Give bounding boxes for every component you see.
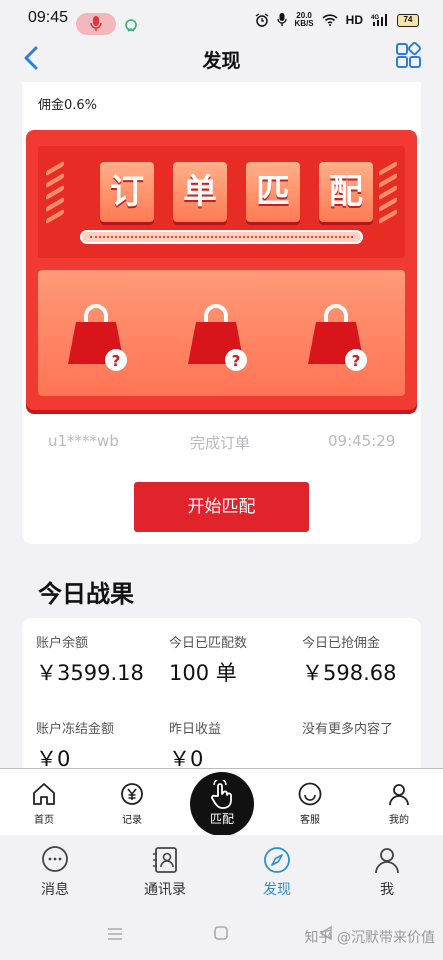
match-slots: ? ? ? [38,270,405,396]
stat-balance: 账户余额 ￥3599.18 [36,636,144,685]
ticker-time: 09:45:29 [328,432,396,450]
tab-record[interactable]: 记录 [102,781,162,826]
chat-icon [42,846,68,872]
alarm-icon [255,13,268,27]
match-title-board: 订 单 匹 配 [38,146,405,258]
signal-icon: 4G [371,14,387,26]
compass-icon [264,847,290,873]
match-card: 佣金0.6% 订 单 匹 配 ? ? ? u1****wb 完成订单 09:45… [22,82,421,544]
ticker-user: u1****wb [48,432,119,450]
status-bar: 09:45 20.0 KB/S HD 4G 74 [0,0,443,36]
mic-indicator [76,13,116,35]
smile-icon [298,782,322,806]
wifi-icon [322,14,338,26]
right-stripes-decoration [379,160,399,230]
system-nav-bar: 知乎 @沉默带来价值 [0,905,443,960]
tab-service[interactable]: 客服 [280,781,340,826]
mystery-bag-icon: ? [68,304,127,371]
order-ticker: u1****wb 完成订单 09:45:29 [22,432,421,456]
tab-me[interactable]: 我 [347,845,427,899]
tap-hand-icon [211,780,232,809]
order-match-panel: 订 单 匹 配 ? ? ? [26,130,417,410]
commission-rate: 佣金0.6% [38,98,98,113]
home-square-icon[interactable] [213,925,229,941]
recents-menu-icon[interactable] [106,927,124,941]
tab-messages[interactable]: 消息 [15,845,95,899]
tab-discover[interactable]: 发现 [237,845,317,899]
stat-yesterday-income: 昨日收益 ￥0 [169,722,222,771]
svg-text:?: ? [232,352,241,370]
svg-text:?: ? [112,352,121,370]
conveyor-belt-decoration [80,230,363,244]
home-icon [33,783,55,805]
yuan-record-icon [121,783,143,805]
mystery-bag-icon: ? [188,304,247,371]
title-tile: 单 [173,162,227,222]
header: 发现 [0,36,443,80]
app-notification-icon [125,19,137,32]
tab-match-button[interactable]: 匹配 [190,772,254,836]
start-match-button[interactable]: 开始匹配 [134,482,309,532]
status-time: 09:45 [28,9,69,26]
tab-match-label: 匹配 [209,812,234,826]
results-panel: 账户余额 ￥3599.18 今日已匹配数 100 单 今日已抢佣金 ￥598.6… [22,618,421,778]
tab-home[interactable]: 首页 [14,781,74,826]
contacts-icon [153,847,177,873]
results-title: 今日战果 [38,580,134,608]
stat-frozen-amount: 账户冻结金额 ￥0 [36,722,115,771]
outer-tab-bar: 消息 通讯录 发现 我 [0,835,443,905]
title-tile: 订 [100,162,154,222]
tab-contacts[interactable]: 通讯录 [125,845,205,899]
person-icon [375,848,399,874]
title-tile: 匹 [246,162,300,222]
mystery-bag-icon: ? [308,304,367,371]
person-icon [389,784,409,806]
battery-indicator: 74 [397,13,419,27]
svg-text:?: ? [352,352,361,370]
grid-menu-icon[interactable] [395,42,423,70]
network-speed: 20.0 KB/S [294,11,314,28]
watermark: 知乎 @沉默带来价值 [304,930,435,946]
stat-commission-today: 今日已抢佣金 ￥598.68 [302,636,397,685]
left-stripes-decoration [46,160,66,230]
no-more-content-label: 没有更多内容了 [302,722,394,737]
tab-mine[interactable]: 我的 [369,781,429,826]
mic-status-icon [276,13,287,26]
title-tile: 配 [319,162,373,222]
hd-label: HD [345,13,363,27]
ticker-action: 完成订单 [190,434,251,452]
page-title: 发现 [202,50,241,72]
stat-matched-count: 今日已匹配数 100 单 [169,636,248,685]
